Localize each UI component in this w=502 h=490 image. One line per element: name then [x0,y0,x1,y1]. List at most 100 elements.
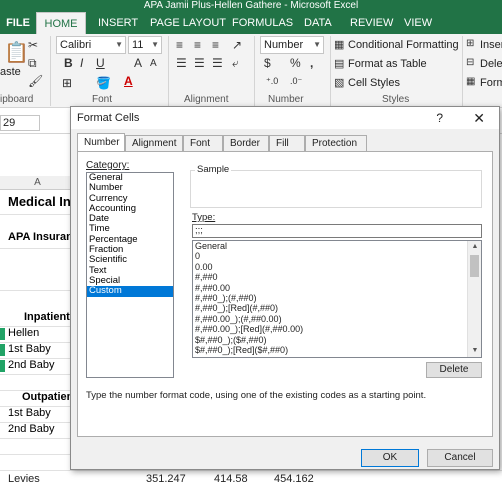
decrease-font-icon[interactable]: A [150,58,157,69]
font-name-combo[interactable]: Calibri ▼ [56,36,126,54]
tab-file[interactable]: FILE [0,12,36,34]
format-code-item[interactable]: #,##0.00 [193,283,481,293]
cell-inpatient[interactable]: Inpatient [24,311,70,323]
cell-outpatient-2nd-baby[interactable]: 2nd Baby [8,423,54,435]
tab-view[interactable]: VIEW [404,12,432,34]
format-code-item[interactable]: General [193,241,481,251]
cancel-button[interactable]: Cancel [427,449,493,467]
fill-color-icon[interactable]: 🪣 [96,76,111,90]
format-painter-icon[interactable]: 🖌 [28,74,43,88]
number-format-combo[interactable]: Number ▼ [260,36,324,54]
format-code-item[interactable]: #,##0_);(#,##0) [193,293,481,303]
tab-alignment[interactable]: Alignment [125,135,183,151]
cell-hellen[interactable]: Hellen [8,327,39,339]
tab-font[interactable]: Font [183,135,223,151]
orientation-icon[interactable]: ↗ [232,38,242,52]
scroll-up-icon[interactable]: ▲ [468,241,481,253]
format-cells-dialog: Format Cells ? ✕ Number Alignment Font B… [70,106,500,470]
name-box[interactable]: 29 [0,115,40,131]
format-code-item[interactable]: 0 [193,251,481,261]
tab-protection[interactable]: Protection [305,135,367,151]
align-left-icon[interactable]: ☰ [176,56,187,70]
hint-text: Type the number format code, using one o… [86,390,427,401]
cell-styles-icon: ▧ [334,77,345,89]
scroll-down-icon[interactable]: ▼ [468,345,481,357]
format-code-item[interactable]: #,##0.00_);(#,##0.00) [193,314,481,324]
cell-2nd-baby[interactable]: 2nd Baby [8,359,54,371]
align-bottom-icon[interactable]: ≡ [212,38,219,52]
ribbon-tabs: FILE HOME INSERT PAGE LAYOUT FORMULAS DA… [0,12,502,34]
comma-button[interactable]: , [310,56,313,70]
format-code-item[interactable]: #,##0 [193,272,481,282]
cell-levies-value-3[interactable]: 454.162 [274,473,314,485]
tab-insert[interactable]: INSERT [98,12,138,34]
align-top-icon[interactable]: ≡ [176,38,183,52]
insert-cells-button[interactable]: Inser [480,39,502,51]
cell-outpatient-1st-baby[interactable]: 1st Baby [8,407,51,419]
cell-outpatient[interactable]: Outpatien [22,391,73,403]
delete-cells-button[interactable]: Dele [480,58,502,70]
cell-levies-value-1[interactable]: 351.247 [146,473,186,485]
format-code-item[interactable]: 0.00 [193,262,481,272]
tab-data[interactable]: DATA [304,12,332,34]
cell-levies[interactable]: Levies [8,473,40,485]
insert-cells-icon: ⊞ [466,38,475,49]
format-code-item[interactable]: $#,##0_);[Red]($#,##0) [193,345,481,355]
cut-icon[interactable]: ✂ [28,38,38,52]
column-header-a[interactable]: A [0,176,75,190]
type-input[interactable]: ;;; [192,224,482,238]
tab-number[interactable]: Number [77,133,125,151]
copy-icon[interactable]: ⧉ [28,56,37,71]
format-code-item[interactable]: #,##0_);[Red](#,##0) [193,303,481,313]
italic-icon[interactable]: I [80,56,83,70]
tab-fill[interactable]: Fill [269,135,305,151]
currency-button[interactable]: $ [264,56,271,70]
row-gridline [0,374,75,375]
type-label: Type: [192,212,216,223]
borders-icon[interactable]: ⊞ [62,76,72,90]
font-color-icon[interactable]: A [124,74,133,88]
bold-icon[interactable]: B [64,56,73,70]
align-middle-icon[interactable]: ≡ [194,38,201,52]
help-icon[interactable]: ? [436,107,443,129]
format-as-table-button[interactable]: Format as Table [348,58,427,70]
format-code-item[interactable]: #,##0.00_);[Red](#,##0.00) [193,324,481,334]
increase-decimal-icon[interactable]: ⁺.0 [266,76,278,87]
format-code-list[interactable]: General 0 0.00 #,##0 #,##0.00 #,##0_);(#… [192,240,482,358]
paste-icon[interactable]: 📋 [4,40,29,65]
font-size-combo[interactable]: 11 ▼ [128,36,162,54]
tab-review[interactable]: REVIEW [350,12,393,34]
cell-1st-baby[interactable]: 1st Baby [8,343,51,355]
category-item-custom[interactable]: Custom [87,286,173,297]
scroll-thumb[interactable] [470,255,479,277]
format-cells-ribbon-button[interactable]: Form [480,77,502,89]
cell-insurer[interactable]: APA Insuranc [8,231,79,243]
wrap-text-icon[interactable]: ⤶ [232,56,239,71]
ribbon: 📋 aste ✂ ⧉ 🖌 ipboard Calibri ▼ 11 ▼ B I … [0,34,502,108]
tab-page-layout[interactable]: PAGE LAYOUT [150,12,226,34]
decrease-decimal-icon[interactable]: .0⁻ [290,76,302,87]
cell-styles-button[interactable]: Cell Styles [348,77,400,89]
close-icon[interactable]: ✕ [473,107,485,129]
cell-title[interactable]: Medical In [8,194,71,209]
row-marker [0,344,5,356]
tab-formulas[interactable]: FORMULAS [232,12,293,34]
percent-button[interactable]: % [290,56,301,70]
increase-font-icon[interactable]: A [134,56,142,70]
category-list[interactable]: General Number Currency Accounting Date … [86,172,174,378]
delete-button[interactable]: Delete [426,362,482,378]
format-code-item[interactable]: $#,##0_);($#,##0) [193,335,481,345]
ok-button[interactable]: OK [361,449,419,467]
cell-levies-value-2[interactable]: 414.58 [214,473,248,485]
align-right-icon[interactable]: ☰ [212,56,223,70]
underline-icon[interactable]: U [96,56,105,70]
ribbon-separator [168,36,169,106]
align-center-icon[interactable]: ☰ [194,56,205,70]
tab-border[interactable]: Border [223,135,269,151]
format-cells-icon: ▦ [466,76,476,87]
conditional-formatting-button[interactable]: Conditional Formatting [348,39,459,51]
format-list-scrollbar[interactable]: ▲ ▼ [467,241,481,357]
clipboard-group-label: ipboard [0,94,34,105]
paste-button[interactable]: aste [0,66,21,78]
tab-home[interactable]: HOME [36,12,86,34]
